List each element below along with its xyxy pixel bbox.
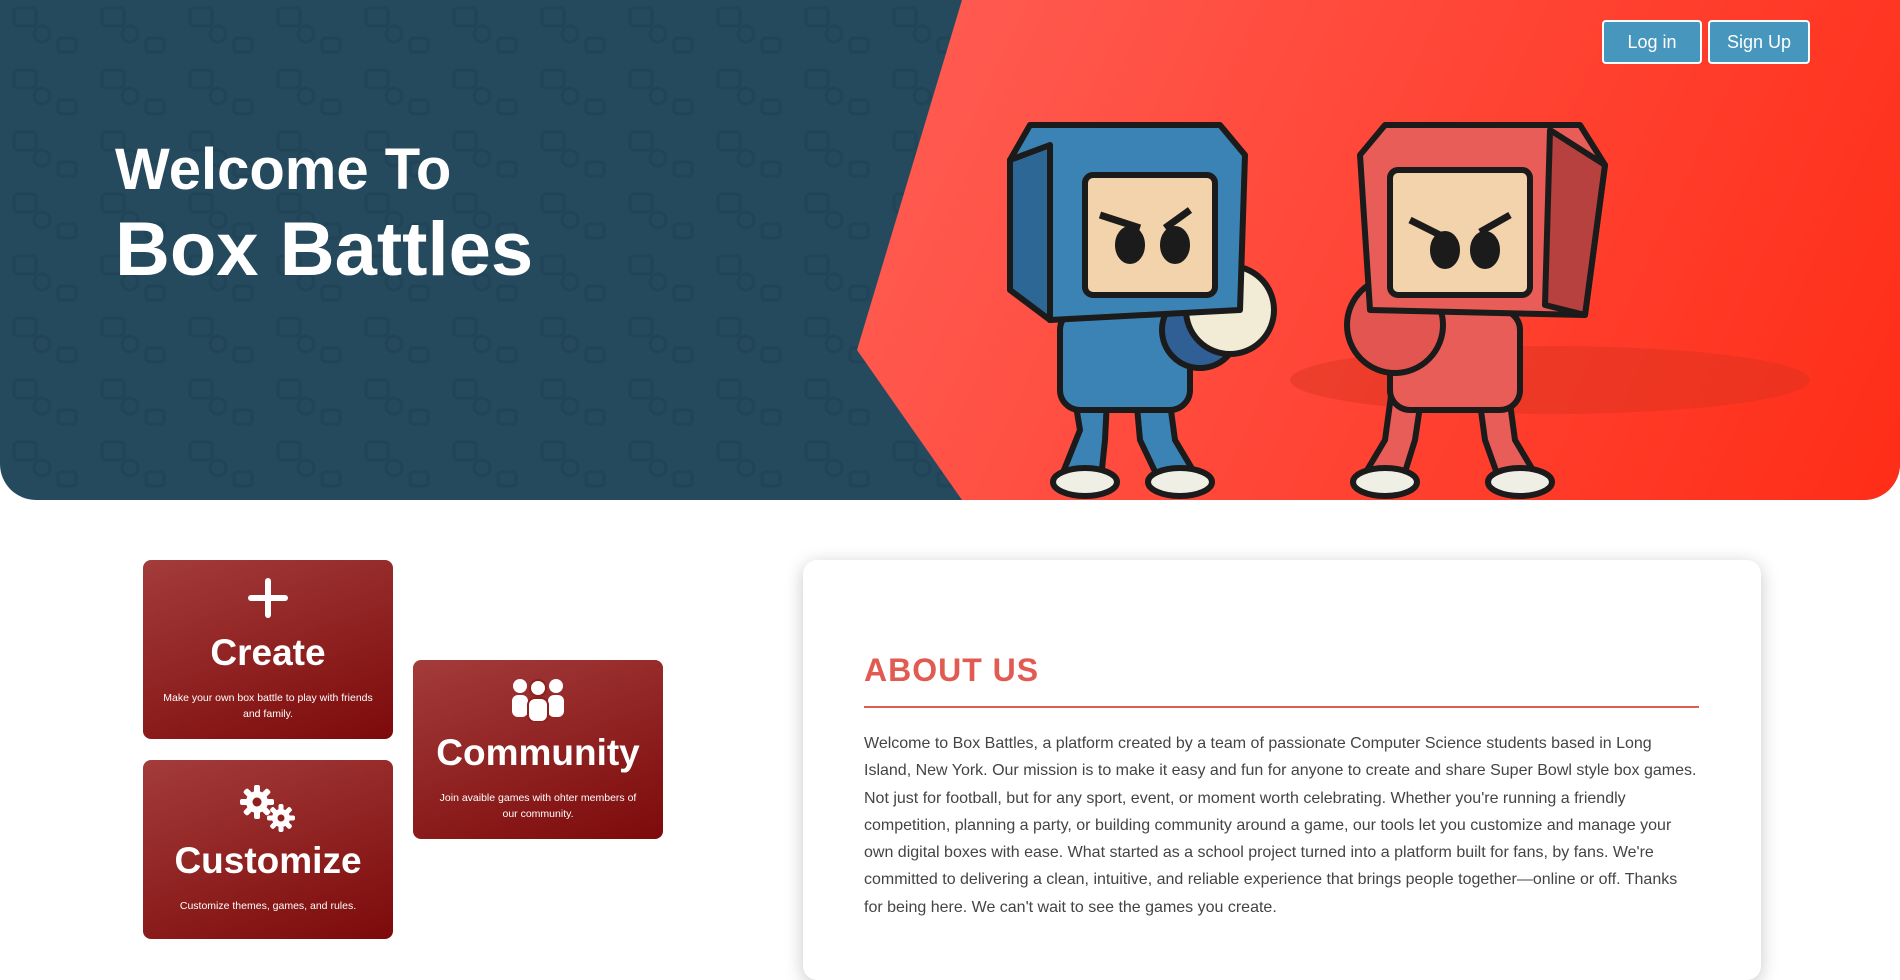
signup-button[interactable]: Sign Up [1708, 20, 1810, 64]
people-icon [413, 678, 663, 722]
about-us-panel: ABOUT US Welcome to Box Battles, a platf… [803, 560, 1761, 980]
customize-card-title: Customize [174, 840, 362, 881]
login-button[interactable]: Log in [1602, 20, 1702, 64]
about-us-title: ABOUT US [864, 652, 1040, 688]
boxer-mascots-illustration [1007, 122, 1810, 499]
blue-boxer [1007, 122, 1277, 499]
about-us-divider [864, 706, 1699, 708]
community-card-title: Community [436, 732, 640, 773]
hero-title-line2: Box Battles [115, 207, 534, 292]
create-card-title: Create [210, 632, 326, 673]
plus-icon [143, 576, 393, 620]
create-card-description: Make your own box battle to play with fr… [163, 692, 373, 720]
gears-icon [143, 784, 393, 832]
hero-banner: Welcome To Box Battles Log in Sign Up [0, 0, 1900, 500]
about-us-body: Welcome to Box Battles, a platform creat… [864, 735, 1697, 916]
community-card[interactable]: Community Join avaible games with ohter … [413, 660, 663, 839]
red-boxer [1344, 122, 1608, 499]
customize-card-description: Customize themes, games, and rules. [179, 900, 357, 912]
community-card-description: Join avaible games with ohter members of… [439, 792, 637, 820]
create-card[interactable]: Create Make your own box battle to play … [143, 560, 393, 739]
customize-card[interactable]: Customize Customize themes, games, and r… [143, 760, 393, 939]
hero-title-line1: Welcome To [115, 137, 452, 202]
hero-title: Welcome To Box Battles [115, 135, 533, 295]
